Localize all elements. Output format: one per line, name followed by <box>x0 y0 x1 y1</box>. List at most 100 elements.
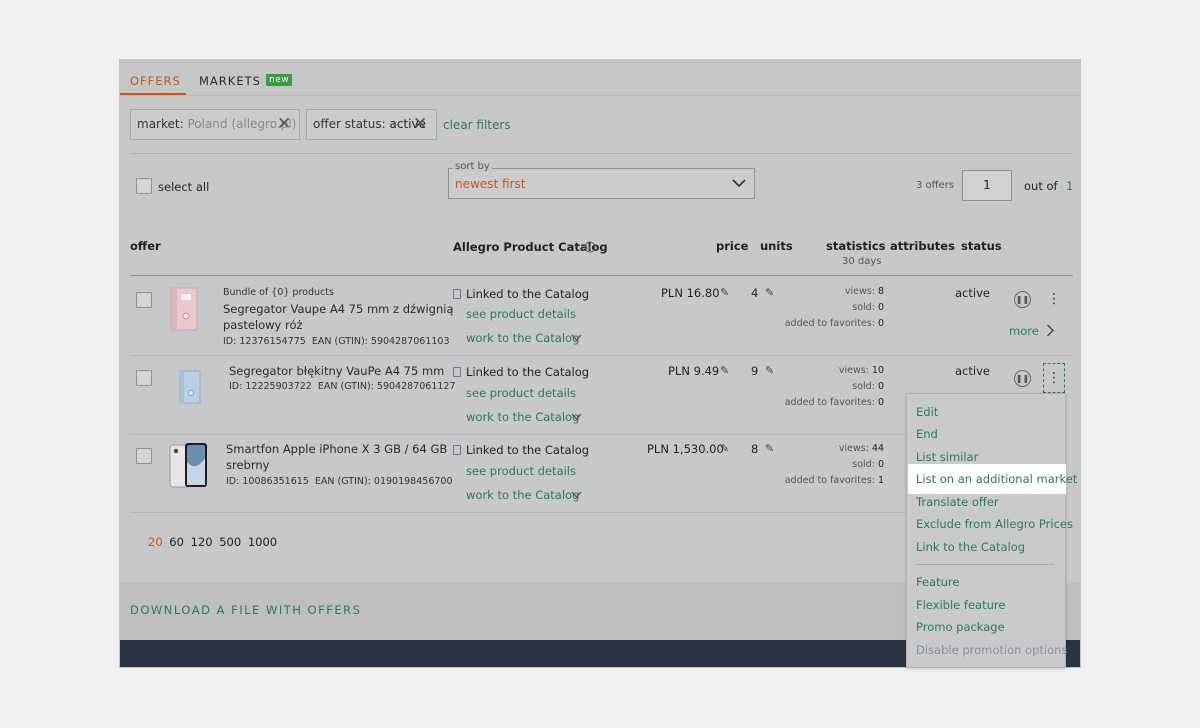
pause-icon[interactable]: ❚❚ <box>1014 291 1031 308</box>
statistics: views: 10 sold: 0 added to favorites: 0 <box>784 365 884 408</box>
pencil-icon[interactable]: ✎ <box>720 286 729 299</box>
catalog-status: Linked to the Catalog <box>466 365 590 379</box>
price-value: PLN 1,530.00 <box>647 442 724 456</box>
work-to-catalog-link[interactable]: work to the Catalog <box>466 410 579 424</box>
tabs-bar: OFFERS MARKETS new <box>120 60 1080 96</box>
menu-item-feature[interactable]: Feature <box>916 575 959 589</box>
divider <box>130 153 1073 154</box>
menu-item-edit[interactable]: Edit <box>916 405 938 419</box>
col-statistics-sub: 30 days <box>842 256 882 267</box>
offers-count: 3 offers <box>916 180 955 191</box>
col-attributes: attributes <box>890 239 955 253</box>
product-thumbnail[interactable] <box>168 286 200 332</box>
units-value: 8 <box>751 442 759 456</box>
kebab-icon[interactable]: ⋮ <box>1043 292 1065 306</box>
row-checkbox[interactable] <box>136 370 152 386</box>
page-size-option[interactable]: 60 <box>169 535 184 549</box>
menu-item-disable-promotion: Disable promotion options <box>916 643 1068 657</box>
page-size-option[interactable]: 120 <box>191 535 213 549</box>
pencil-icon[interactable]: ✎ <box>720 364 729 377</box>
menu-item-translate-offer[interactable]: Translate offer <box>916 495 999 509</box>
download-file-link[interactable]: DOWNLOAD A FILE WITH OFFERS <box>130 603 361 617</box>
status-value: active <box>955 364 990 378</box>
work-to-catalog-link[interactable]: work to the Catalog <box>466 331 579 345</box>
col-units: units <box>760 239 793 253</box>
filter-status-label: offer status: <box>313 117 386 131</box>
offer-title[interactable]: Segregator błękitny VauPe A4 75 mm <box>229 364 444 378</box>
page-size-selector: 20 60 120 500 1000 <box>148 535 277 549</box>
catalog-status: Linked to the Catalog <box>466 287 590 301</box>
tab-active-underline <box>120 93 186 95</box>
offer-title-line2[interactable]: pastelowy róż <box>223 318 303 332</box>
new-badge: new <box>266 74 293 86</box>
catalog-document-icon <box>453 445 461 455</box>
chevron-down-icon <box>732 179 746 188</box>
offer-title[interactable]: Smartfon Apple iPhone X 3 GB / 64 GB <box>226 442 447 456</box>
see-product-details-link[interactable]: see product details <box>466 464 576 478</box>
more-link[interactable]: more <box>1009 324 1039 338</box>
sort-legend: sort by <box>453 161 492 172</box>
catalog-status: Linked to the Catalog <box>466 443 590 457</box>
chevron-down-icon[interactable] <box>571 413 582 421</box>
menu-divider <box>916 564 1054 565</box>
close-icon[interactable]: ✕ <box>277 110 291 139</box>
menu-item-list-similar[interactable]: List similar <box>916 450 978 464</box>
page-input[interactable]: 1 <box>962 170 1012 201</box>
chevron-down-icon[interactable] <box>571 491 582 499</box>
bundle-label: Bundle of {0} products <box>223 287 334 298</box>
see-product-details-link[interactable]: see product details <box>466 307 576 321</box>
sort-dropdown[interactable]: sort by newest first <box>448 161 755 199</box>
page-size-option[interactable]: 500 <box>219 535 241 549</box>
row-checkbox[interactable] <box>136 448 152 464</box>
offer-ids: ID: 10086351615 EAN (GTIN): 019019845670… <box>226 476 453 487</box>
price-value: PLN 16.80 <box>661 286 720 300</box>
statistics: views: 44 sold: 0 added to favorites: 1 <box>784 443 884 486</box>
menu-item-link-catalog[interactable]: Link to the Catalog <box>916 540 1025 554</box>
page-size-option[interactable]: 1000 <box>248 535 277 549</box>
menu-item-list-additional-market[interactable]: List on an additional market <box>908 464 1077 494</box>
row-divider <box>130 355 1073 356</box>
price-value: PLN 9.49 <box>668 364 720 378</box>
row-divider <box>130 434 906 435</box>
tab-offers[interactable]: OFFERS <box>130 74 181 88</box>
pause-icon[interactable]: ❚❚ <box>1014 370 1031 387</box>
product-thumbnail[interactable] <box>178 370 202 404</box>
row-divider <box>130 512 906 513</box>
menu-item-end[interactable]: End <box>916 427 938 441</box>
chevron-down-icon[interactable] <box>571 334 582 342</box>
menu-item-promo-package[interactable]: Promo package <box>916 620 1005 634</box>
kebab-icon[interactable]: ⋮ <box>1043 363 1065 393</box>
status-value: active <box>955 286 990 300</box>
catalog-document-icon <box>453 367 461 377</box>
select-all-checkbox[interactable] <box>136 178 152 194</box>
units-value: 9 <box>751 364 759 378</box>
total-pages: 1 <box>1066 179 1074 193</box>
offer-actions-menu: Edit End List similar List on an additio… <box>906 393 1077 668</box>
header-divider <box>130 275 1073 276</box>
pencil-icon[interactable]: ✎ <box>720 442 729 455</box>
sort-value: newest first <box>455 177 526 191</box>
close-icon[interactable]: ✕ <box>413 110 427 139</box>
out-of-label: out of <box>1024 179 1058 193</box>
chevron-right-icon[interactable] <box>1046 324 1055 337</box>
offer-ids: ID: 12376154775 EAN (GTIN): 590428706110… <box>223 336 450 347</box>
product-thumbnail[interactable] <box>169 442 209 489</box>
menu-item-exclude-allegro-prices[interactable]: Exclude from Allegro Prices <box>916 517 1073 531</box>
work-to-catalog-link[interactable]: work to the Catalog <box>466 488 579 502</box>
row-checkbox[interactable] <box>136 292 152 308</box>
clear-filters-link[interactable]: clear filters <box>443 118 511 132</box>
offer-title[interactable]: Segregator Vaupe A4 75 mm z dźwignią <box>223 302 454 316</box>
filter-chip-market: market: Poland (allegro.pl) ✕ <box>130 109 300 140</box>
tab-markets[interactable]: MARKETS <box>199 74 261 88</box>
page-size-option[interactable]: 20 <box>148 535 163 549</box>
filter-market-label: market: <box>137 117 184 131</box>
see-product-details-link[interactable]: see product details <box>466 386 576 400</box>
menu-item-flexible-feature[interactable]: Flexible feature <box>916 598 1005 612</box>
info-icon[interactable] <box>584 241 596 253</box>
offer-title-line2[interactable]: srebrny <box>226 458 269 472</box>
filter-chip-status: offer status: active ✕ <box>306 109 437 140</box>
statistics: views: 8 sold: 0 added to favorites: 0 <box>784 286 884 329</box>
units-value: 4 <box>751 286 759 300</box>
col-statistics: statistics <box>826 239 886 253</box>
col-status: status <box>961 239 1002 253</box>
